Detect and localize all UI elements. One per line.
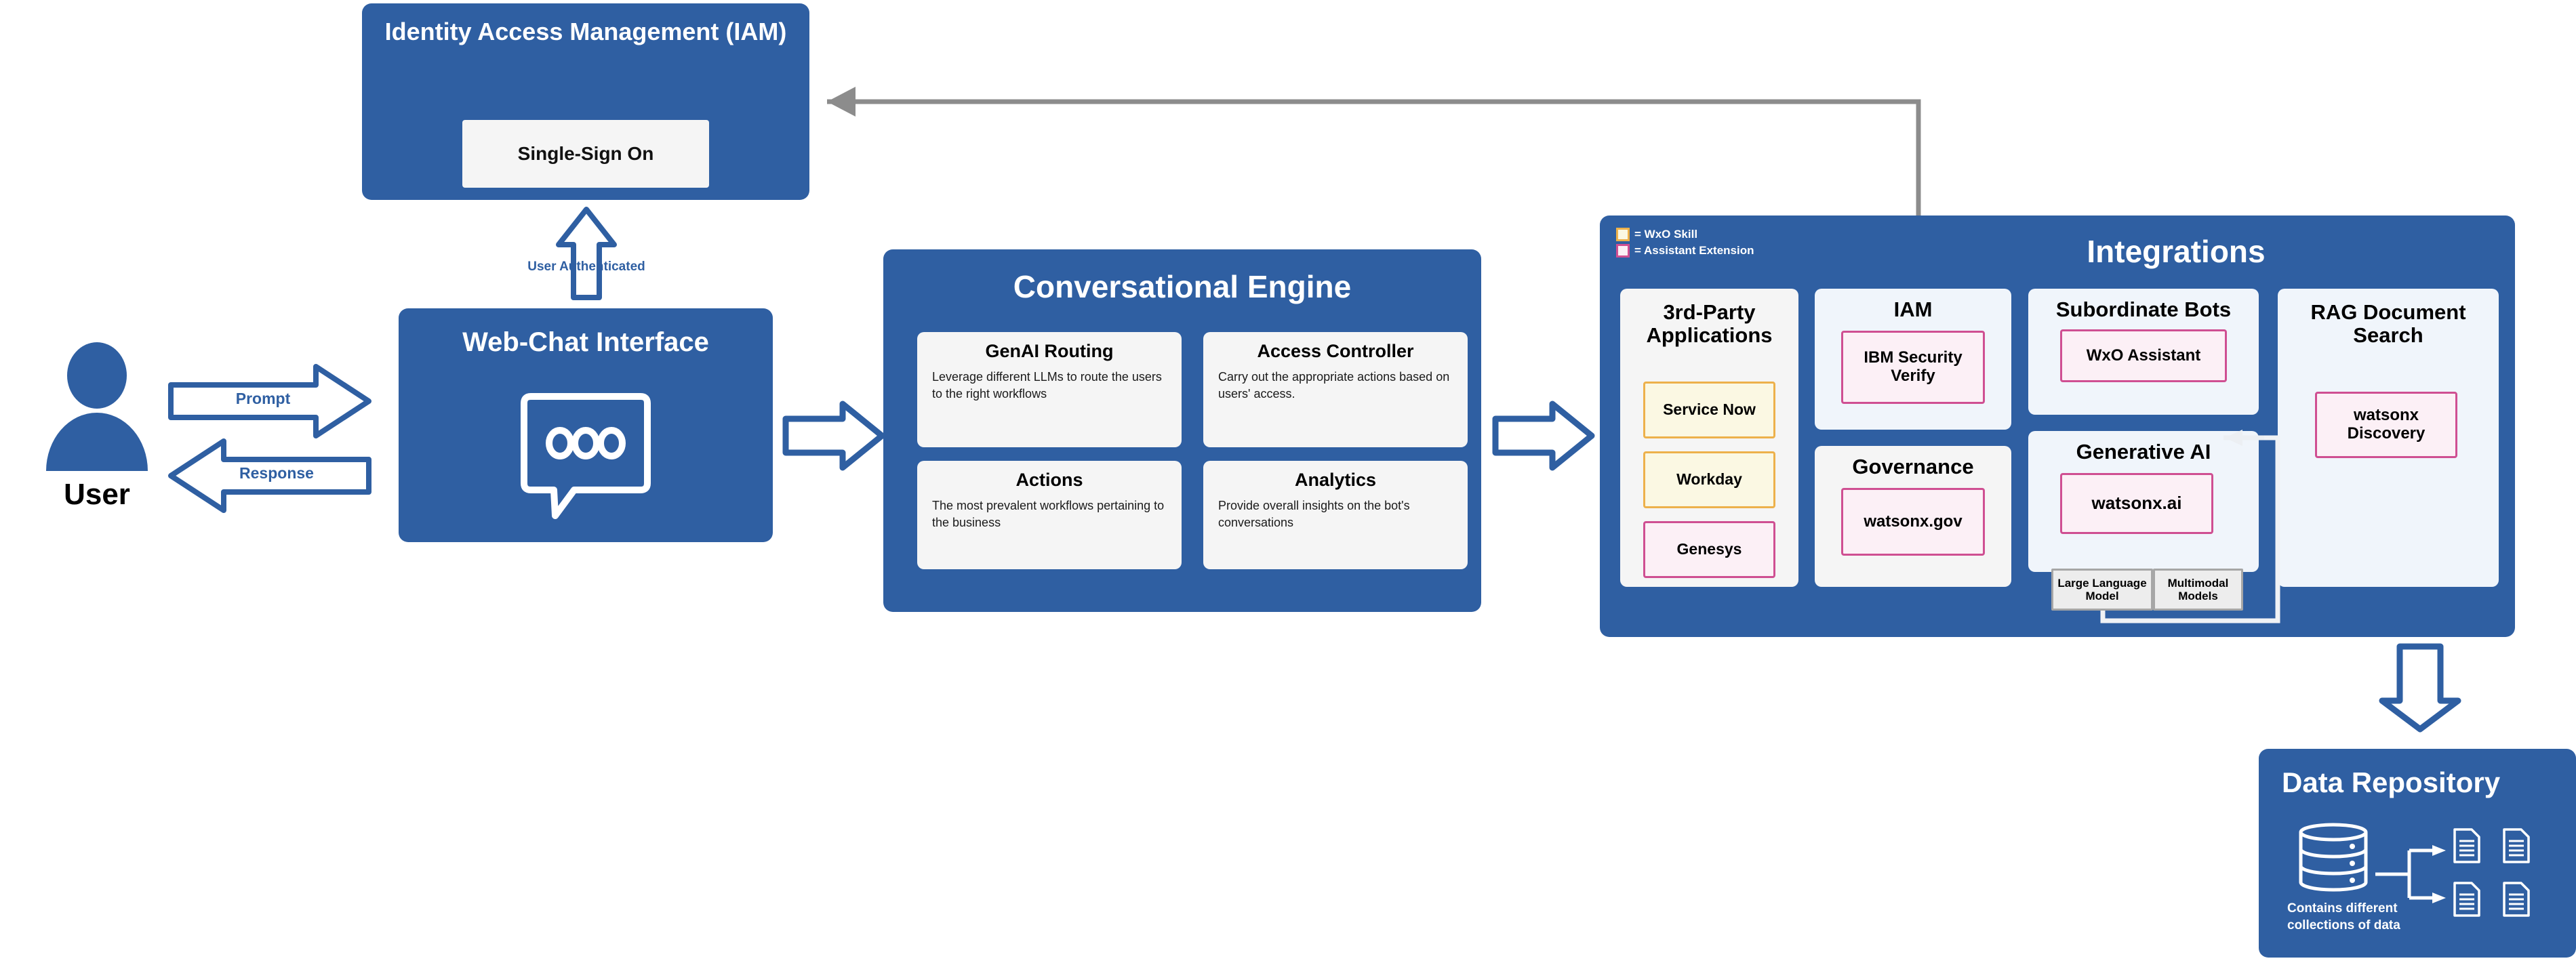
web-chat-interface-title: Web-Chat Interface (462, 327, 709, 357)
legend-item-wxo-skill: = WxO Skill (1616, 228, 1901, 241)
engine-card-genai-routing[interactable]: GenAI Routing Leverage different LLMs to… (917, 332, 1182, 447)
wxo-skill-swatch-icon (1616, 228, 1630, 241)
single-sign-on-label: Single-Sign On (517, 143, 654, 164)
web-chat-interface-box: Web-Chat Interface (399, 308, 773, 542)
chip-genesys[interactable]: Genesys (1643, 521, 1775, 578)
subordinate-bots-title: Subordinate Bots (2055, 297, 2232, 321)
engine-card-actions[interactable]: Actions The most prevalent workflows per… (917, 461, 1182, 569)
architecture-diagram: Identity Access Management (IAM) Single-… (0, 0, 2576, 965)
document-icon (2503, 828, 2530, 863)
engine-card-title: Actions (1015, 470, 1083, 490)
integrations-title: Integrations (2087, 234, 2266, 269)
assistant-extension-swatch-icon (1616, 244, 1630, 258)
arrow-up-icon (556, 207, 617, 300)
engine-card-title: Access Controller (1257, 341, 1414, 361)
prompt-label: Prompt (235, 390, 291, 407)
legend-item-assistant-extension: = Assistant Extension (1616, 244, 1901, 258)
integrations-legend: = WxO Skill = Assistant Extension (1616, 228, 1901, 260)
chip-wxo-assistant[interactable]: WxO Assistant (2060, 329, 2227, 382)
engine-card-title: GenAI Routing (985, 341, 1114, 361)
rag-document-search-title: RAG Document Search (2310, 300, 2466, 348)
legend-label: = Assistant Extension (1634, 244, 1754, 257)
third-party-applications-title: 3rd-Party Applications (1646, 300, 1773, 348)
governance-card: Governance watsonx.gov (1815, 446, 2011, 587)
response-label: Response (239, 464, 314, 482)
third-party-applications-card: 3rd-Party Applications Service Now Workd… (1620, 289, 1798, 587)
models-to-rag-connector (2100, 430, 2280, 623)
subordinate-bots-card: Subordinate Bots WxO Assistant (2028, 289, 2259, 415)
engine-card-analytics[interactable]: Analytics Provide overall insights on th… (1203, 461, 1468, 569)
repository-branch-connectors (2375, 845, 2446, 903)
conversational-engine-panel: Conversational Engine GenAI Routing Leve… (883, 249, 1481, 612)
document-icon (2453, 828, 2480, 863)
document-icon (2503, 882, 2530, 917)
rag-document-search-card: RAG Document Search watsonx Discovery (2278, 289, 2499, 587)
user-label: User (64, 478, 130, 511)
chip-service-now[interactable]: Service Now (1643, 382, 1775, 438)
chip-watsonx-gov[interactable]: watsonx.gov (1841, 488, 1985, 556)
chip-ibm-security-verify[interactable]: IBM Security Verify (1841, 331, 1985, 404)
user-avatar-icon (46, 342, 148, 471)
chat-bubble-icon (521, 393, 651, 519)
webchat-to-engine-arrow (782, 401, 885, 471)
data-repository-caption: Contains different collections of data (2287, 901, 2400, 932)
engine-to-integrations-arrow (1492, 401, 1595, 471)
engine-card-body: The most prevalent workflows pertaining … (932, 498, 1165, 529)
single-sign-on-chip[interactable]: Single-Sign On (462, 120, 709, 188)
iam-box: Identity Access Management (IAM) Single-… (362, 3, 809, 200)
engine-card-body: Leverage different LLMs to route the use… (932, 369, 1162, 401)
engine-card-title: Analytics (1294, 470, 1377, 490)
integrations-iam-card: IAM IBM Security Verify (1815, 289, 2011, 430)
legend-label: = WxO Skill (1634, 228, 1698, 241)
engine-card-body: Provide overall insights on the bot's co… (1218, 498, 1410, 529)
user-authenticated-label: User Authenticated (527, 260, 645, 274)
chip-watsonx-discovery[interactable]: watsonx Discovery (2315, 392, 2457, 458)
governance-title: Governance (1852, 455, 1974, 478)
iam-box-title: Identity Access Management (IAM) (384, 18, 787, 45)
conversational-engine-title: Conversational Engine (1013, 269, 1352, 304)
engine-card-body: Carry out the appropriate actions based … (1218, 369, 1450, 401)
database-icon (2299, 823, 2368, 892)
data-repository-panel: Data Repository Contains different colle… (2259, 749, 2576, 958)
integrations-iam-title: IAM (1893, 297, 1933, 321)
data-repository-title: Data Repository (2282, 766, 2501, 798)
integrations-to-repository-arrow (2379, 643, 2461, 733)
engine-card-access-controller[interactable]: Access Controller Carry out the appropri… (1203, 332, 1468, 447)
chip-workday[interactable]: Workday (1643, 451, 1775, 508)
document-icon (2453, 882, 2480, 917)
